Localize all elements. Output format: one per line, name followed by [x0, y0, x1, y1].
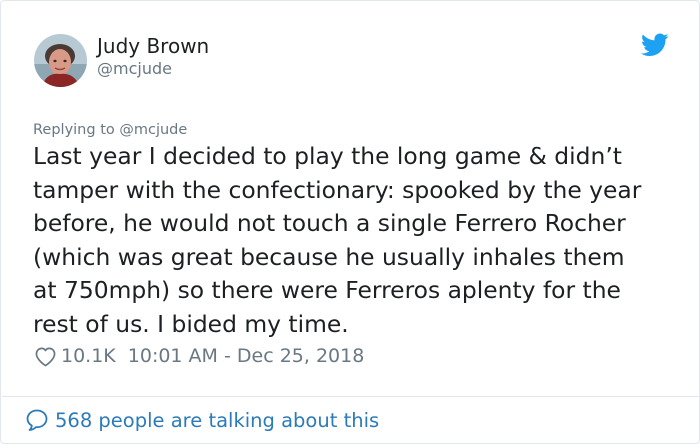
speech-bubble-icon: [26, 409, 48, 431]
twitter-bird-icon[interactable]: [640, 33, 669, 57]
timestamp[interactable]: 10:01 AM - Dec 25, 2018: [128, 345, 365, 367]
talking-about-link[interactable]: 568 people are talking about this: [25, 405, 379, 435]
author-handle[interactable]: @mcjude: [97, 59, 172, 79]
avatar[interactable]: [34, 34, 87, 87]
divider: [2, 396, 700, 397]
tweet-meta: 10.1K 10:01 AM - Dec 25, 2018: [34, 343, 364, 369]
tweet-text: Last year I decided to play the long gam…: [33, 142, 642, 338]
user-avatar-photo-icon: [34, 34, 87, 87]
replying-to-label[interactable]: Replying to @mcjude: [33, 120, 187, 140]
heart-icon[interactable]: [34, 346, 57, 367]
talking-about-label: 568 people are talking about this: [55, 408, 380, 432]
tweet-card: Judy Brown @mcjude Replying to @mcjude L…: [0, 0, 700, 444]
like-count[interactable]: 10.1K: [61, 345, 116, 367]
author-name[interactable]: Judy Brown: [97, 33, 209, 59]
